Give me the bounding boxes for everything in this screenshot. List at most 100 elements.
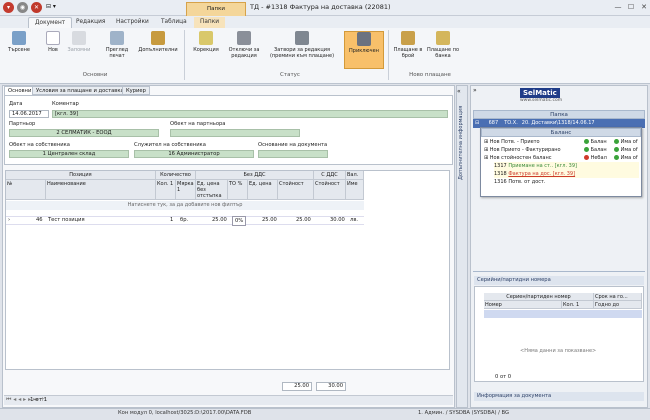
tab-table[interactable]: Таблица xyxy=(155,17,193,28)
serial-empty-text: <Няма данни за показване> xyxy=(520,348,597,354)
group-header-quantity: Количество xyxy=(156,171,196,180)
tools-icon xyxy=(151,31,165,45)
col-currency[interactable]: Име xyxy=(346,180,364,200)
tab-folders[interactable]: Папки xyxy=(194,17,225,28)
col-value-vat[interactable]: Стойност xyxy=(314,180,346,200)
balance-header: Баланс xyxy=(481,128,641,137)
serial-col-expiry[interactable]: Срок на го... xyxy=(594,293,642,301)
balance-row[interactable]: ⊞ Нов Приетo - Фактурирано Балан Има оf xyxy=(484,146,639,154)
tab-edit[interactable]: Редакция xyxy=(70,17,111,28)
tab-settings[interactable]: Настройки xyxy=(110,17,155,28)
close-doc-icon[interactable]: ✕ xyxy=(31,2,42,13)
partner-field[interactable]: 2 СЕЛМАТИК - ЕООД xyxy=(9,129,159,137)
serial-pager: 0 от 0 xyxy=(495,374,512,380)
col-qty[interactable]: Кол. 1 xyxy=(156,180,176,200)
owner-object-field[interactable]: 1 Централен склад xyxy=(9,150,129,158)
serial-col-number[interactable]: Сериен/партиден номер xyxy=(484,293,594,301)
status-ok-icon xyxy=(614,155,619,160)
doc-basis-field[interactable] xyxy=(258,150,328,158)
cell-disc[interactable]: 0% xyxy=(232,216,247,226)
col-unit[interactable]: Мярка 1 xyxy=(176,180,196,200)
group-header-with-vat: С ДДС xyxy=(314,171,346,180)
ribbon-separator xyxy=(388,30,389,80)
serial-subcol-qty[interactable]: Кол. 1 xyxy=(562,301,594,309)
col-price-nodisc[interactable]: Ед. цена без отстъпка xyxy=(196,180,228,200)
owner-employee-label: Служител на собственика xyxy=(134,142,206,148)
lock-money-icon xyxy=(295,31,309,45)
qa-dropdown-icon[interactable]: ⊟ ▾ xyxy=(46,3,56,10)
maximize-icon[interactable]: ☐ xyxy=(625,2,637,12)
balance-row[interactable]: ⊞ Нов Потв. - Приетo Балан Има оf xyxy=(484,138,639,146)
group-header-position: Позиция xyxy=(6,171,156,180)
unlock-button[interactable]: Отключи за редакция xyxy=(226,31,262,71)
serial-new-row[interactable] xyxy=(484,310,642,318)
cell-price: 25.00 xyxy=(262,217,277,223)
cell-qty: 1 xyxy=(170,217,174,223)
doc-link[interactable]: 1316 Потв. от дост. xyxy=(494,178,639,186)
new-document-icon xyxy=(46,31,60,45)
balance-list: ⊞ Нов Потв. - Приетo Балан Има оf ⊞ Нов … xyxy=(484,138,639,186)
cash-icon xyxy=(401,31,415,45)
binoculars-icon xyxy=(12,31,26,45)
partner-label: Партньор xyxy=(9,121,36,127)
cell-currency: лв. xyxy=(350,217,359,223)
cash-payment-button[interactable]: Плащане в брой xyxy=(392,31,424,71)
print-preview-icon xyxy=(110,31,124,45)
comment-field[interactable]: [кгл. 39] xyxy=(52,110,448,118)
subtab-main[interactable]: Основни xyxy=(4,86,36,95)
col-no[interactable]: № xyxy=(6,180,46,200)
save-icon[interactable]: ◉ xyxy=(17,2,28,13)
additional-button[interactable]: Допълнителни xyxy=(136,31,180,71)
splitter[interactable] xyxy=(473,271,645,272)
side-info-label: Допълнителна информация xyxy=(458,105,464,180)
date-field[interactable]: 14.06.2017 xyxy=(9,110,49,118)
partner-object-field[interactable] xyxy=(170,129,300,137)
close-window-icon[interactable]: ✕ xyxy=(638,2,650,12)
subtab-payment-terms[interactable]: Условия за плащане и доставка xyxy=(32,86,128,95)
right-collapse-icon[interactable]: » xyxy=(473,87,477,94)
doc-link[interactable]: 1318 Фактура на дос. [кгл. 39] xyxy=(494,170,639,178)
serial-subcol-number[interactable]: Номер xyxy=(484,301,562,309)
save-disk-icon xyxy=(72,31,86,45)
col-disc[interactable]: ТО % xyxy=(228,180,248,200)
close-for-edit-button[interactable]: Затвори за редакция (премини към плащане… xyxy=(266,31,338,71)
search-button[interactable]: Търсене xyxy=(4,31,34,71)
checklist-icon xyxy=(199,31,213,45)
status-ok-icon xyxy=(614,139,619,144)
group-label-main: Основни xyxy=(82,72,108,78)
doc-link[interactable]: 1317 Приемане на ст.. [кгл. 39] xyxy=(494,162,639,170)
collapse-icon[interactable]: « xyxy=(457,88,461,95)
group-label-new-payment: Ново плащане xyxy=(409,72,451,78)
context-group-label: Папки xyxy=(186,2,246,16)
tab-document[interactable]: Документ xyxy=(28,17,73,28)
positions-grid xyxy=(5,170,450,370)
col-price[interactable]: Ед. цена xyxy=(248,180,278,200)
status-ok-icon xyxy=(584,139,589,144)
correction-button[interactable]: Корекция xyxy=(188,31,224,71)
col-value[interactable]: Стойност xyxy=(278,180,314,200)
serial-header[interactable]: Серийни/партидни номера xyxy=(474,276,644,285)
bank-payment-button[interactable]: Плащане по банка xyxy=(426,31,460,71)
app-menu-icon[interactable]: ▾ xyxy=(3,2,14,13)
cell-value: 25.00 xyxy=(296,217,311,223)
date-label: Дата xyxy=(9,101,23,107)
comment-label: Коментар xyxy=(52,101,79,107)
document-info-header[interactable]: Информация за документа xyxy=(474,392,644,401)
remember-button[interactable]: Запомни xyxy=(64,31,94,71)
col-name[interactable]: Наименование xyxy=(46,180,156,200)
serial-subcol-expiry[interactable]: Годно до xyxy=(594,301,642,309)
owner-employee-field[interactable]: 16 Администратор xyxy=(134,150,254,158)
finished-button[interactable]: Приключен xyxy=(344,31,384,69)
balance-row[interactable]: ⊞ Нов стойностен баланс Небал Има оf xyxy=(484,154,639,162)
pager-bar xyxy=(4,395,453,405)
unlock-icon xyxy=(237,31,251,45)
minimize-icon[interactable]: — xyxy=(612,2,624,12)
folder-header: Папка xyxy=(473,110,645,119)
cell-value-vat: 30.00 xyxy=(330,217,345,223)
subtab-courier[interactable]: Куриер xyxy=(122,86,150,95)
cell-unit: бр. xyxy=(180,217,189,223)
print-preview-button[interactable]: Преглед печат xyxy=(100,31,134,71)
status-ok-icon xyxy=(614,147,619,152)
group-header-currency: Вал. xyxy=(346,171,364,180)
filter-row[interactable]: Натиснете тук, за да добавите нов филтър xyxy=(6,201,364,210)
